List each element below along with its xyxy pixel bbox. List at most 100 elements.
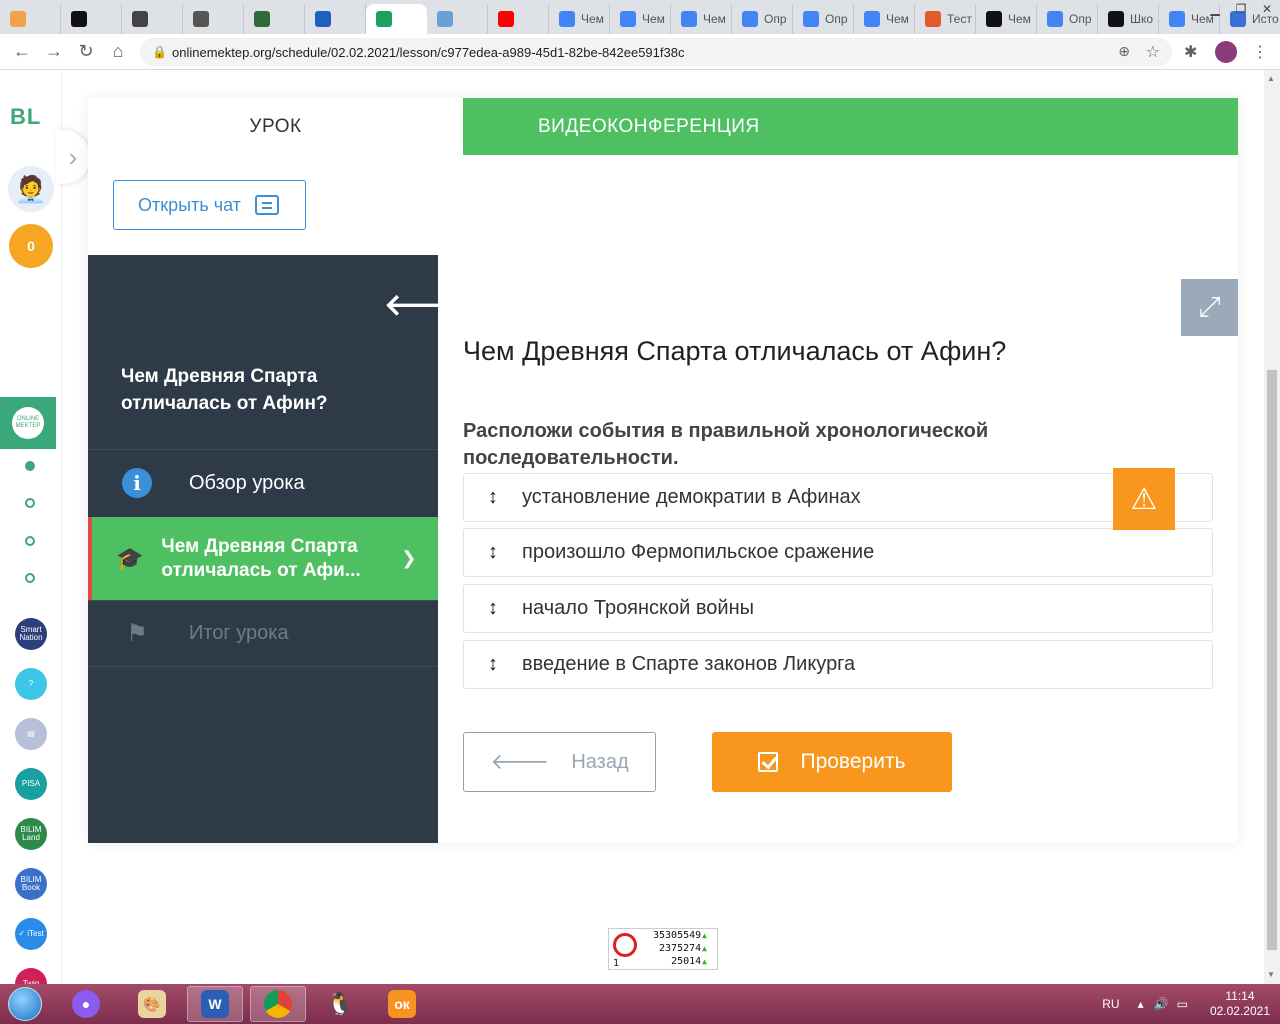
scrollbar-thumb[interactable] — [1267, 370, 1277, 950]
rail-app-icon[interactable]: ? — [15, 668, 47, 700]
chess-icon — [254, 11, 270, 27]
browser-tab[interactable]: Чем — [976, 4, 1037, 34]
visit-counter[interactable]: 35305549 2375274 25014 1 — [608, 928, 718, 970]
sortable-option[interactable]: ↕ введение в Спарте законов Ликурга — [463, 640, 1213, 689]
rail-app-icon[interactable]: ✓ iTest — [15, 918, 47, 950]
extensions-icon[interactable]: ✱ — [1184, 42, 1197, 62]
report-warning-icon[interactable]: ⚠ — [1113, 468, 1175, 530]
rail-app-icon[interactable]: Smart Nation — [15, 618, 47, 650]
forward-icon[interactable]: → — [38, 36, 70, 68]
taskbar-icq[interactable]: 🐧 — [312, 986, 368, 1022]
bl-logo[interactable]: BL — [10, 104, 41, 130]
sidebar-item-overview[interactable]: i Обзор урока — [88, 449, 438, 516]
zoom-icon[interactable]: ⊕ — [1118, 43, 1130, 60]
taskbar-word[interactable]: W — [187, 986, 243, 1022]
browser-tab[interactable]: Чем — [854, 4, 915, 34]
palette-icon: 🎨 — [138, 990, 166, 1018]
browser-tab[interactable]: Чем — [610, 4, 671, 34]
page-scrollbar[interactable]: ▲ ▼ — [1264, 70, 1280, 984]
rail-dot-1[interactable] — [25, 461, 35, 471]
odnoklassniki-icon: ок — [388, 990, 416, 1018]
browser-tab[interactable] — [244, 4, 305, 34]
rail-expand-chevron-icon[interactable]: › — [56, 130, 90, 184]
profile-avatar[interactable] — [1215, 41, 1237, 63]
tab-videoconference[interactable]: ВИДЕОКОНФЕРЕНЦИЯ — [463, 98, 1238, 155]
reload-icon[interactable]: ↻ — [70, 36, 102, 68]
coins-badge[interactable]: 0 — [9, 224, 53, 268]
browser-tab[interactable]: Опр — [732, 4, 793, 34]
chevron-down-icon[interactable]: ❯ — [401, 548, 416, 569]
rail-dot-2[interactable] — [25, 498, 35, 508]
browser-tab[interactable] — [305, 4, 366, 34]
scroll-up-icon[interactable]: ▲ — [1267, 74, 1275, 83]
counter-value: 2375274 — [659, 943, 707, 954]
browser-tab[interactable] — [427, 4, 488, 34]
browser-tab[interactable] — [488, 4, 549, 34]
browser-tab[interactable]: Опр — [1037, 4, 1098, 34]
browser-tab[interactable]: Чем — [549, 4, 610, 34]
browser-tab[interactable] — [366, 4, 427, 34]
open-chat-button[interactable]: Открыть чат — [113, 180, 306, 230]
sortable-option[interactable]: ↕ произошло Фермопильское сражение — [463, 528, 1213, 577]
rail-app-icon[interactable]: Twig — [15, 968, 47, 984]
taskbar-alice[interactable]: ● — [58, 986, 114, 1022]
minimize-button[interactable]: ▁ — [1202, 0, 1228, 18]
language-indicator[interactable]: RU — [1102, 997, 1119, 1011]
lesson-sidebar: 🡐 Чем Древняя Спарта отличалась от Афин?… — [88, 255, 464, 843]
fullscreen-expand-icon[interactable]: ⤢ — [1181, 279, 1238, 336]
tab-lesson[interactable]: УРОК — [88, 98, 463, 155]
rail-app-icon[interactable]: ▤ — [15, 718, 47, 750]
browser-tab[interactable]: Тест — [915, 4, 976, 34]
browser-tab[interactable]: Шко — [1098, 4, 1159, 34]
tray-arrow-icon[interactable]: ▴ — [1138, 997, 1144, 1011]
rail-dot-3[interactable] — [25, 536, 35, 546]
close-window-button[interactable]: ✕ — [1254, 0, 1280, 18]
start-button[interactable] — [4, 984, 46, 1024]
user-avatar[interactable]: 🧑‍💼 — [8, 166, 54, 212]
info-icon: i — [122, 468, 152, 498]
back-button[interactable]: 🡐 Назад — [463, 732, 656, 792]
check-button[interactable]: Проверить — [712, 732, 952, 792]
clock[interactable]: 11:14 02.02.2021 — [1210, 989, 1270, 1019]
online-mektep-app[interactable]: ONLINE MEKTEP — [0, 397, 56, 449]
scroll-down-icon[interactable]: ▼ — [1267, 970, 1275, 979]
drag-handle-icon[interactable]: ↕ — [464, 597, 522, 620]
browser-tab-label: Опр — [825, 12, 848, 26]
address-bar[interactable]: 🔒 onlinemektep.org/schedule/02.02.2021/l… — [140, 38, 1172, 66]
browser-tab-label: Чем — [581, 12, 604, 26]
back-icon[interactable]: ← — [6, 36, 38, 68]
drag-handle-icon[interactable]: ↕ — [464, 486, 522, 509]
volume-icon[interactable]: 🔊 — [1154, 997, 1169, 1011]
counter-value: 35305549 — [653, 930, 707, 941]
home-icon[interactable]: ⌂ — [102, 36, 134, 68]
network-icon[interactable]: ▭ — [1177, 997, 1188, 1011]
open-chat-label: Открыть чат — [138, 194, 241, 215]
arrow-left-icon[interactable]: 🡐 — [384, 287, 464, 323]
drag-handle-icon[interactable]: ↕ — [464, 653, 522, 676]
browser-tab-label: Чем — [886, 12, 909, 26]
taskbar-chrome[interactable] — [250, 986, 306, 1022]
rail-dot-4[interactable] — [25, 573, 35, 583]
rail-app-icon[interactable]: BILIM Book — [15, 868, 47, 900]
rail-app-icon[interactable]: PISA — [15, 768, 47, 800]
browser-tab[interactable]: Чем — [671, 4, 732, 34]
browser-tab[interactable]: Опр — [793, 4, 854, 34]
sortable-option[interactable]: ↕ установление демократии в Афинах — [463, 473, 1213, 522]
browser-tab[interactable] — [122, 4, 183, 34]
browser-tab[interactable] — [0, 4, 61, 34]
bookmark-star-icon[interactable]: ☆ — [1146, 42, 1160, 62]
sortable-option[interactable]: ↕ начало Троянской войны — [463, 584, 1213, 633]
taskbar-paint[interactable]: 🎨 — [124, 986, 180, 1022]
sidebar-item-summary[interactable]: ⚑ Итог урока — [88, 600, 438, 667]
rail-app-icon[interactable]: BILIM Land — [15, 818, 47, 850]
browser-menu-icon[interactable]: ⋮ — [1252, 42, 1268, 62]
lesson-tabs: УРОК ВИДЕОКОНФЕРЕНЦИЯ — [88, 98, 1238, 155]
sidebar-item-current-lesson[interactable]: 🎓 Чем Древняя Спарта отличалась от Афи..… — [88, 517, 438, 600]
browser-tab[interactable] — [183, 4, 244, 34]
graduation-cap-icon: 🎓 — [116, 545, 144, 571]
taskbar-odnoklassniki[interactable]: ок — [374, 986, 430, 1022]
check-button-label: Проверить — [800, 750, 906, 773]
drag-handle-icon[interactable]: ↕ — [464, 541, 522, 564]
restore-button[interactable]: ❐ — [1228, 0, 1254, 18]
browser-tab[interactable] — [61, 4, 122, 34]
